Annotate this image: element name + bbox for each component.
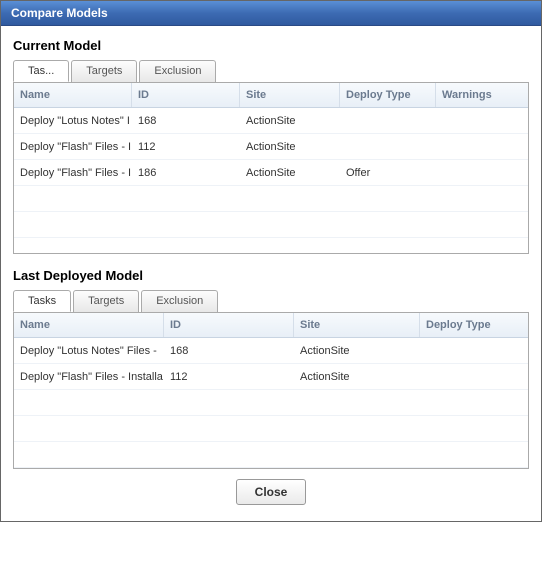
cell-warn — [436, 115, 528, 127]
compare-models-dialog: Compare Models Current Model Tas... Targ… — [0, 0, 542, 522]
cell-id: 186 — [132, 161, 240, 185]
tab-tasks-last[interactable]: Tasks — [13, 290, 71, 312]
cell-site: ActionSite — [240, 161, 340, 185]
button-bar: Close — [13, 469, 529, 509]
table-row[interactable]: Deploy "Lotus Notes" I 168 ActionSite — [14, 108, 528, 134]
empty-row — [14, 186, 528, 212]
tab-targets-current[interactable]: Targets — [71, 60, 137, 82]
cell-deploy — [420, 345, 528, 357]
last-grid-header: Name ID Site Deploy Type — [14, 313, 528, 338]
col-deploy[interactable]: Deploy Type — [340, 83, 436, 107]
last-tabs: Tasks Targets Exclusion — [13, 290, 529, 313]
cell-id: 168 — [164, 339, 294, 363]
col-site[interactable]: Site — [294, 313, 420, 337]
tab-targets-last[interactable]: Targets — [73, 290, 139, 312]
cell-id: 112 — [164, 365, 294, 389]
table-row[interactable]: Deploy "Flash" Files - I 112 ActionSite — [14, 134, 528, 160]
tab-exclusion-current[interactable]: Exclusion — [139, 60, 216, 82]
table-row[interactable]: Deploy "Flash" Files - I 186 ActionSite … — [14, 160, 528, 186]
cell-id: 112 — [132, 135, 240, 159]
current-model-heading: Current Model — [13, 38, 529, 53]
last-deployed-heading: Last Deployed Model — [13, 268, 529, 283]
cell-name: Deploy "Flash" Files - Installa — [14, 365, 164, 389]
cell-name: Deploy "Lotus Notes" I — [14, 109, 132, 133]
cell-id: 168 — [132, 109, 240, 133]
col-warnings[interactable]: Warnings — [436, 83, 528, 107]
current-grid-header: Name ID Site Deploy Type Warnings — [14, 83, 528, 108]
cell-deploy — [340, 115, 436, 127]
cell-warn — [436, 167, 528, 179]
cell-deploy: Offer — [340, 161, 436, 185]
last-grid: Name ID Site Deploy Type Deploy "Lotus N… — [13, 312, 529, 469]
cell-warn — [436, 141, 528, 153]
cell-deploy — [340, 141, 436, 153]
col-name[interactable]: Name — [14, 83, 132, 107]
tab-exclusion-last[interactable]: Exclusion — [141, 290, 218, 312]
tab-tasks-current[interactable]: Tas... — [13, 60, 69, 82]
cell-site: ActionSite — [240, 109, 340, 133]
col-site[interactable]: Site — [240, 83, 340, 107]
empty-row — [14, 212, 528, 238]
cell-name: Deploy "Lotus Notes" Files - — [14, 339, 164, 363]
empty-row — [14, 416, 528, 442]
current-tabs: Tas... Targets Exclusion — [13, 60, 529, 83]
current-grid-body: Deploy "Lotus Notes" I 168 ActionSite De… — [14, 108, 528, 253]
cell-site: ActionSite — [294, 365, 420, 389]
table-row[interactable]: Deploy "Lotus Notes" Files - 168 ActionS… — [14, 338, 528, 364]
empty-row — [14, 390, 528, 416]
empty-row — [14, 442, 528, 468]
col-id[interactable]: ID — [132, 83, 240, 107]
cell-site: ActionSite — [294, 339, 420, 363]
dialog-content: Current Model Tas... Targets Exclusion N… — [1, 26, 541, 521]
cell-name: Deploy "Flash" Files - I — [14, 135, 132, 159]
last-grid-body: Deploy "Lotus Notes" Files - 168 ActionS… — [14, 338, 528, 468]
col-name[interactable]: Name — [14, 313, 164, 337]
col-id[interactable]: ID — [164, 313, 294, 337]
cell-name: Deploy "Flash" Files - I — [14, 161, 132, 185]
dialog-title: Compare Models — [1, 1, 541, 26]
current-grid: Name ID Site Deploy Type Warnings Deploy… — [13, 82, 529, 254]
close-button[interactable]: Close — [236, 479, 307, 505]
col-deploy[interactable]: Deploy Type — [420, 313, 528, 337]
cell-deploy — [420, 371, 528, 383]
table-row[interactable]: Deploy "Flash" Files - Installa 112 Acti… — [14, 364, 528, 390]
cell-site: ActionSite — [240, 135, 340, 159]
